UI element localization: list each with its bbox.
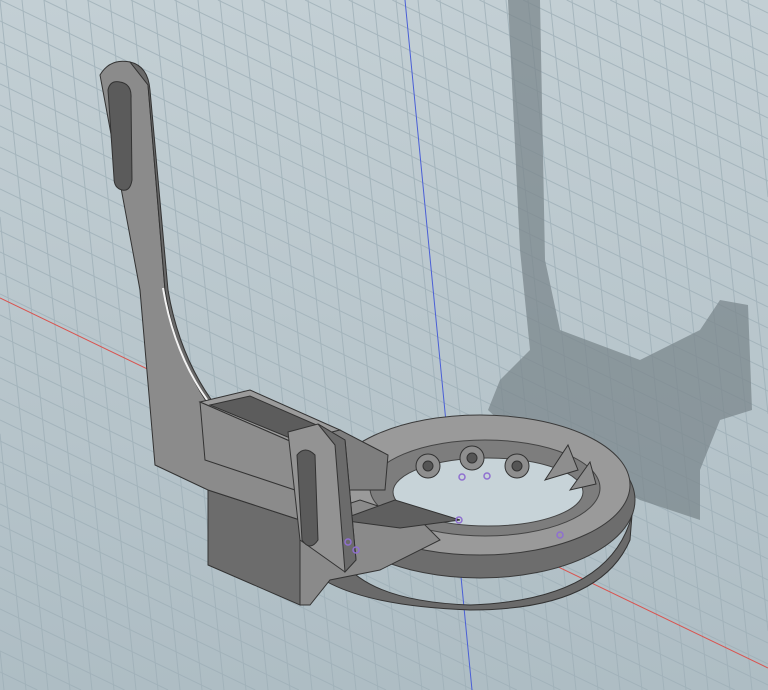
scene [0,0,768,690]
cad-3d-viewport[interactable] [0,0,768,690]
